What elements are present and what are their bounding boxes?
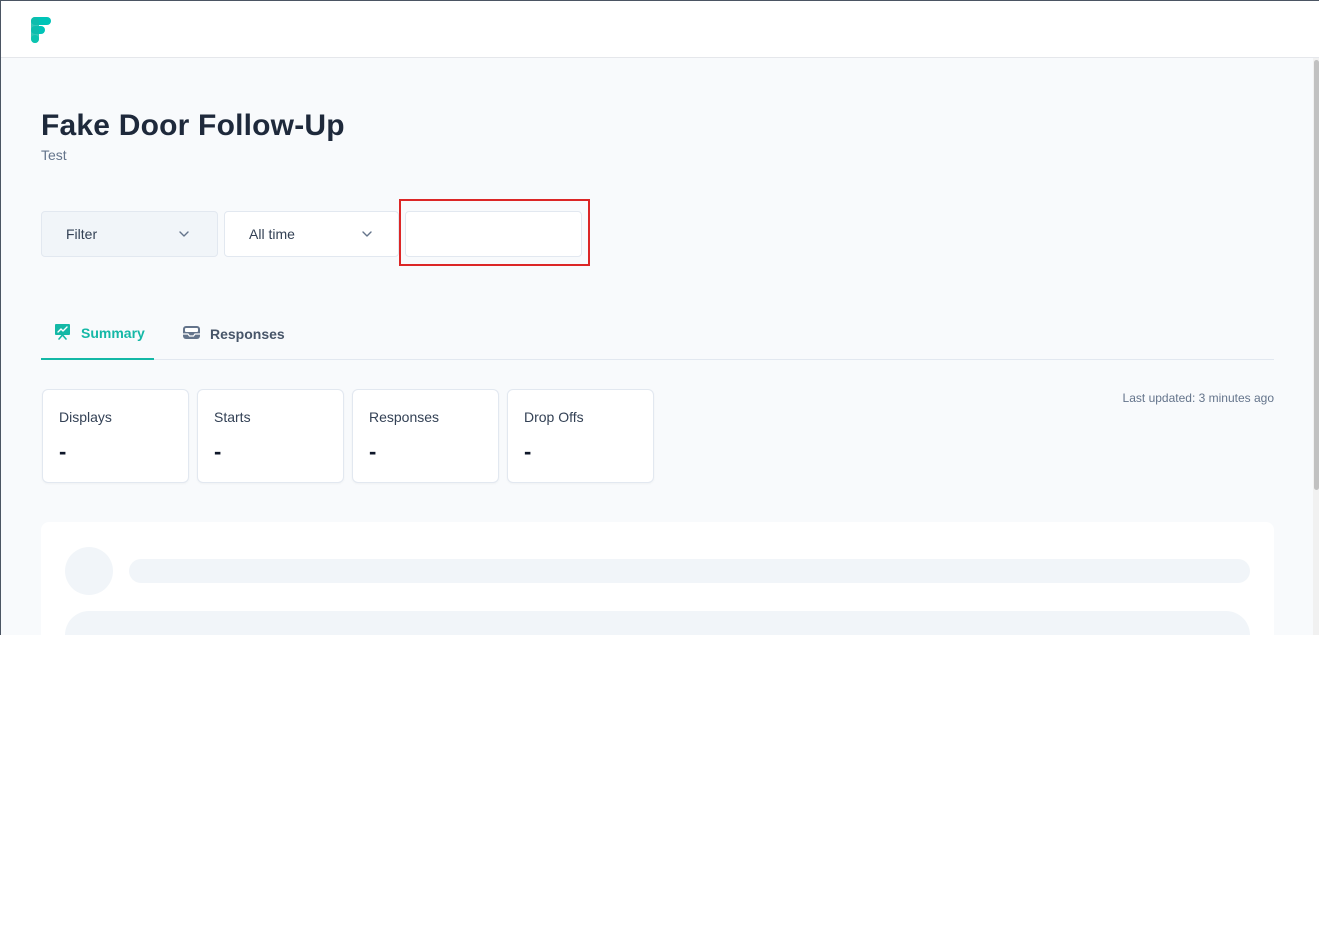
stat-card-drop-offs: Drop Offs - [507,389,654,483]
scrollbar-thumb[interactable] [1314,60,1319,490]
loading-skeleton-card [41,522,1274,635]
time-range-dropdown[interactable]: All time [224,211,399,257]
stat-card-starts: Starts - [197,389,344,483]
tab-responses[interactable]: Responses [181,311,291,360]
stat-value: - [214,439,222,464]
chevron-down-icon [179,231,189,237]
formbricks-logo-icon[interactable] [30,16,52,44]
last-updated-text: Last updated: 3 minutes ago [1122,391,1274,405]
time-range-label: All time [249,226,295,242]
survey-tabs: Summary Responses [41,311,1274,360]
app-window: Fake Door Follow-Up Test Filter All time… [0,0,1319,635]
skeleton-line [129,559,1250,583]
stat-card-displays: Displays - [42,389,189,483]
filter-dropdown-label: Filter [66,226,98,242]
tab-summary-label: Summary [81,325,145,341]
chevron-down-icon [362,231,372,237]
skeleton-avatar [65,547,113,595]
skeleton-block [65,611,1250,635]
tab-responses-label: Responses [210,326,285,342]
filter-dropdown[interactable]: Filter [41,211,218,257]
top-navbar [1,1,1319,58]
presentation-chart-icon [55,324,70,340]
tab-summary[interactable]: Summary [41,311,154,360]
stat-value: - [59,439,67,464]
stat-card-responses: Responses - [352,389,499,483]
stat-label: Responses [369,409,440,425]
stat-value: - [369,439,377,464]
page-scrollbar[interactable] [1313,58,1319,635]
page-title: Fake Door Follow-Up [41,109,345,142]
date-range-input[interactable] [405,211,582,257]
stat-value: - [524,439,532,464]
stat-label: Displays [59,409,112,425]
stat-label: Starts [214,409,251,425]
page-subtitle: Test [41,147,67,163]
inbox-stack-icon [183,326,200,339]
stat-label: Drop Offs [524,409,584,425]
